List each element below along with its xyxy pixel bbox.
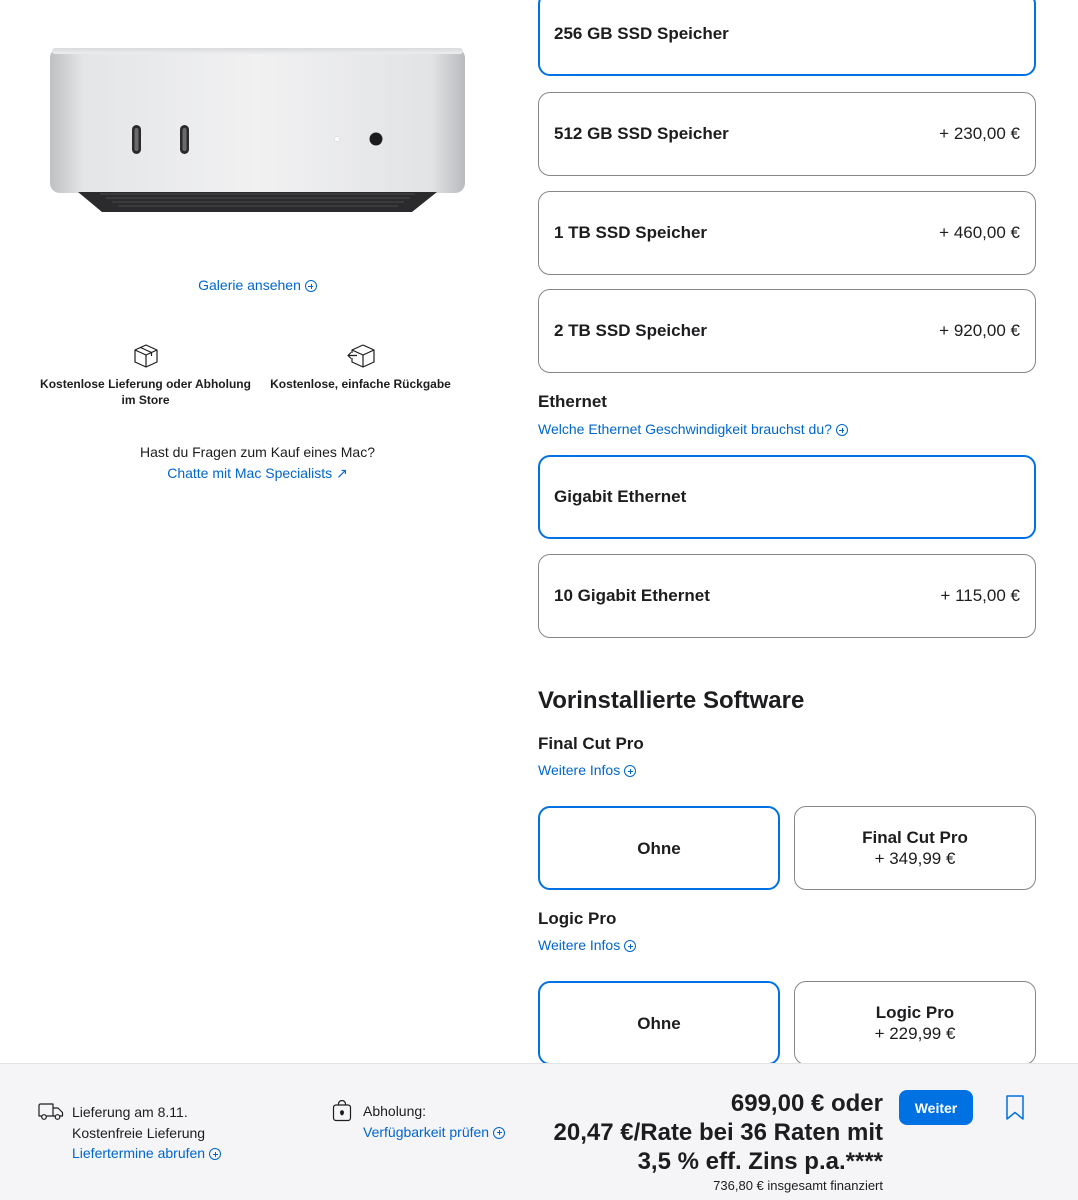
gallery-link-wrapper: Galerie ansehen: [0, 277, 515, 293]
perk-label: Kostenlose Lieferung oder Abholung im St…: [40, 377, 251, 407]
final-cut-option-add[interactable]: Final Cut Pro + 349,99 €: [794, 806, 1036, 890]
shopping-bag-icon: [332, 1100, 352, 1122]
logic-info-link[interactable]: Weitere Infos: [538, 937, 637, 953]
storage-option-1tb[interactable]: 1 TB SSD Speicher + 460,00 €: [538, 191, 1036, 275]
plus-circle-icon: [835, 424, 848, 436]
delivery-dates-link[interactable]: Liefertermine abrufen: [72, 1145, 222, 1161]
price-line-1: 699,00 € oder: [730, 1090, 883, 1117]
availability-link[interactable]: Verfügbarkeit prüfen: [363, 1124, 506, 1140]
perk-free-returns: Kostenlose, einfache Rückgabe: [253, 343, 468, 408]
option-price: + 460,00 €: [939, 223, 1020, 242]
mac-mini-product-image: [40, 40, 475, 220]
final-cut-info-link[interactable]: Weitere Infos: [538, 762, 637, 778]
storage-option-2tb[interactable]: 2 TB SSD Speicher + 920,00 €: [538, 289, 1036, 373]
delivery-text: Lieferung am 8.11. Kostenfreie Lieferung…: [72, 1102, 222, 1164]
plus-circle-icon: [624, 940, 637, 952]
storage-option-512gb[interactable]: 512 GB SSD Speicher + 230,00 €: [538, 92, 1036, 176]
perks-row: Kostenlose Lieferung oder Abholung im St…: [38, 343, 468, 408]
logic-option-add[interactable]: Logic Pro + 229,99 €: [794, 981, 1036, 1065]
logic-info-wrapper: Weitere Infos: [538, 937, 637, 953]
delivery-sub: Kostenfreie Lieferung: [72, 1124, 206, 1141]
price-summary: 699,00 € oder 20,47 €/Rate bei 36 Raten …: [554, 1089, 883, 1193]
plus-circle-icon: [209, 1148, 222, 1160]
perk-label: Kostenlose, einfache Rückgabe: [270, 377, 451, 391]
ethernet-option-gigabit[interactable]: Gigabit Ethernet: [538, 455, 1036, 539]
option-price: + 230,00 €: [939, 124, 1020, 143]
financed-total: 736,80 € insgesamt finanziert: [713, 1178, 883, 1193]
ethernet-help-link-wrapper: Welche Ethernet Geschwindigkeit brauchst…: [538, 421, 848, 437]
option-label: 512 GB SSD Speicher: [554, 124, 729, 143]
tile-price: + 229,99 €: [874, 1024, 956, 1043]
tile-label: Ohne: [637, 1013, 681, 1033]
plus-circle-icon: [624, 765, 637, 777]
storage-option-256gb[interactable]: 256 GB SSD Speicher: [538, 0, 1036, 76]
ethernet-help-link[interactable]: Welche Ethernet Geschwindigkeit brauchst…: [538, 421, 848, 437]
option-label: 2 TB SSD Speicher: [554, 321, 708, 340]
plus-circle-icon: [304, 280, 317, 292]
box-icon: [133, 344, 158, 368]
price-line-3: 3,5 % eff. Zins p.a.****: [637, 1148, 883, 1175]
pickup-text: Abholung: Verfügbarkeit prüfen: [363, 1101, 506, 1142]
plus-circle-icon: [493, 1126, 506, 1139]
software-section-title: Vorinstallierte Software: [538, 687, 805, 714]
continue-button[interactable]: Weiter: [899, 1090, 973, 1125]
logic-option-none[interactable]: Ohne: [538, 981, 780, 1065]
perk-free-delivery: Kostenlose Lieferung oder Abholung im St…: [38, 343, 253, 408]
option-label: 1 TB SSD Speicher: [554, 223, 708, 242]
help-question: Hast du Fragen zum Kauf eines Mac?: [139, 444, 375, 460]
purchase-summary-bar: Lieferung am 8.11. Kostenfreie Lieferung…: [0, 1063, 1078, 1200]
tile-label: Logic Pro: [875, 1003, 955, 1022]
price-line-2: 20,47 €/Rate bei 36 Raten mit: [553, 1119, 883, 1146]
truck-icon: [38, 1103, 64, 1120]
option-label: Gigabit Ethernet: [554, 487, 687, 506]
pickup-title: Abholung:: [363, 1103, 427, 1119]
ethernet-option-10gigabit[interactable]: 10 Gigabit Ethernet + 115,00 €: [538, 554, 1036, 638]
chat-specialists-link[interactable]: Chatte mit Mac Specialists ↗: [167, 465, 348, 481]
help-block: Hast du Fragen zum Kauf eines Mac? Chatt…: [0, 442, 515, 484]
delivery-date: Lieferung am 8.11.: [72, 1104, 188, 1120]
option-label: 256 GB SSD Speicher: [554, 24, 729, 43]
tile-label: Final Cut Pro: [862, 828, 968, 847]
option-price: + 115,00 €: [940, 586, 1020, 605]
tile-price: + 349,99 €: [874, 849, 956, 868]
final-cut-option-none[interactable]: Ohne: [538, 806, 780, 890]
option-label: 10 Gigabit Ethernet: [554, 586, 710, 605]
ethernet-heading: Ethernet: [538, 392, 607, 411]
final-cut-heading: Final Cut Pro: [538, 734, 644, 753]
return-box-icon: [346, 344, 375, 368]
option-price: + 920,00 €: [939, 321, 1020, 340]
logic-pro-heading: Logic Pro: [538, 909, 617, 928]
gallery-link[interactable]: Galerie ansehen: [198, 277, 317, 293]
bookmark-icon[interactable]: [1005, 1094, 1025, 1121]
tile-label: Ohne: [637, 838, 681, 858]
final-cut-info-wrapper: Weitere Infos: [538, 762, 637, 778]
